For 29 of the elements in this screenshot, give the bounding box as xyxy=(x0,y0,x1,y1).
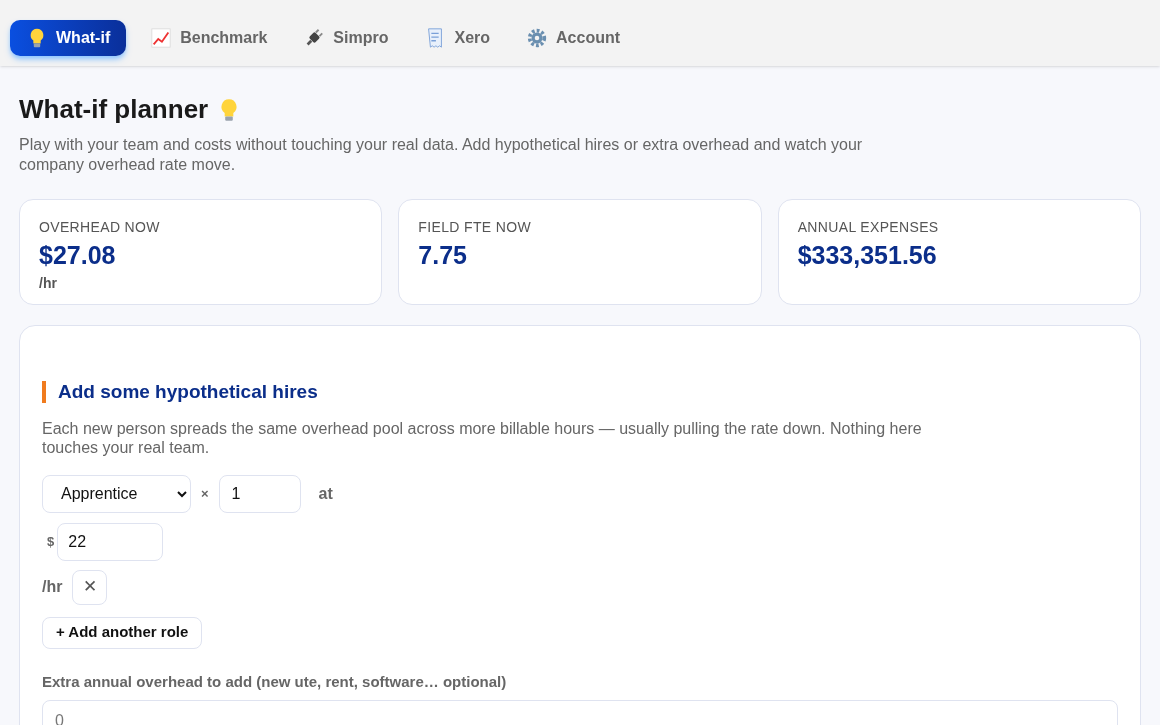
stat-label: FIELD FTE NOW xyxy=(418,218,532,237)
stat-unit: /hr xyxy=(39,274,58,293)
nav-tab[interactable]: What-if xyxy=(10,20,127,56)
field-label: Extra annual overhead to add (new ute, rent, software… optional) xyxy=(42,671,508,692)
count-field[interactable]: 1 xyxy=(218,474,301,513)
stat-label: ANNUAL EXPENSES xyxy=(797,218,940,237)
section-heading: Add some hypothetical hires xyxy=(58,380,318,404)
nav-tab[interactable]: Xero xyxy=(412,20,503,56)
line-chart-icon xyxy=(150,27,173,49)
add-role-button[interactable]: + Add another role xyxy=(42,616,203,649)
role-select[interactable]: Apprentice xyxy=(42,474,191,513)
page-title: What-if planner xyxy=(19,93,209,126)
currency-sign: $ xyxy=(47,532,55,551)
gear-icon xyxy=(526,27,549,49)
nav-tab[interactable]: Simpro xyxy=(291,20,401,56)
stat-value: $27.08 xyxy=(39,240,117,270)
section-note: Each new person spreads the same overhead pool across more billable hours — usually pulling the rate down. Nothing here touches your real team. xyxy=(42,418,922,457)
times-sign: × xyxy=(201,484,209,503)
remove-button[interactable]: ✕ xyxy=(72,569,108,605)
stat-value: $333,351.56 xyxy=(797,240,938,270)
accent-bar xyxy=(42,381,46,404)
nav-tab[interactable]: Benchmark xyxy=(138,20,280,56)
stat-value: 7.75 xyxy=(418,240,468,270)
page-description: Play with your team and costs without touching your real data. Add hypothetical hires or extra overhead and watch your company overhead rate move. xyxy=(19,135,864,175)
unit-label: /hr xyxy=(42,577,63,597)
at-label: at xyxy=(318,483,333,504)
stat-label: OVERHEAD NOW xyxy=(39,218,161,237)
nav-tab[interactable]: Account xyxy=(514,20,633,56)
rate-field[interactable]: 22 xyxy=(57,522,164,561)
